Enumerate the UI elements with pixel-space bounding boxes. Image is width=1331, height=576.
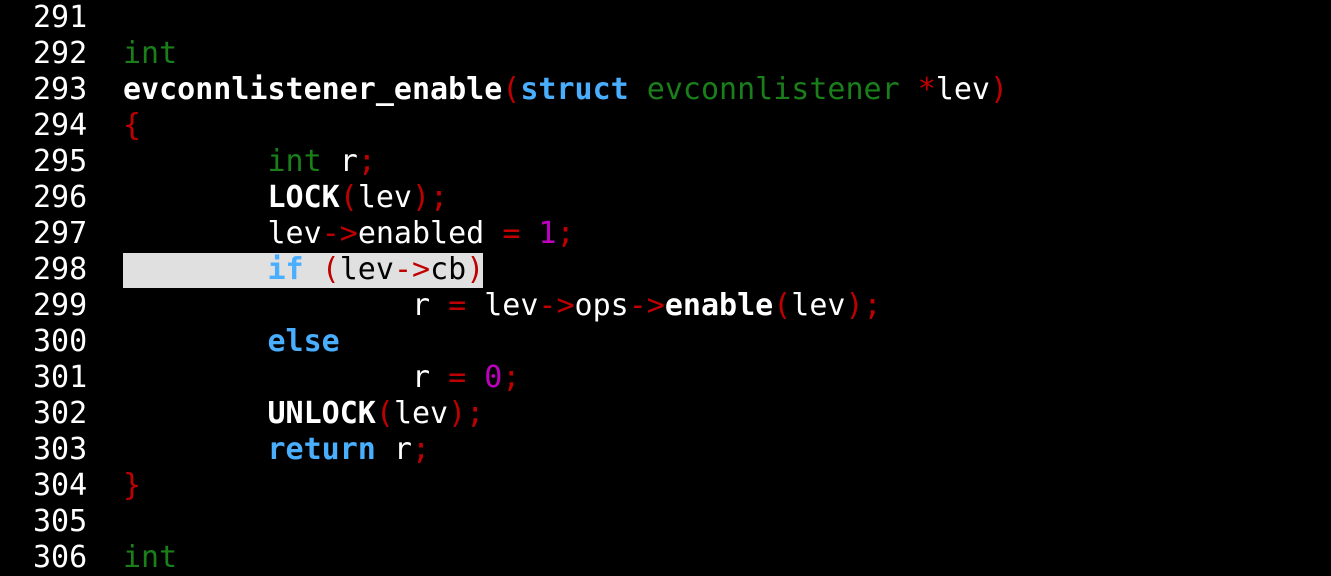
code-token: ) [466, 252, 485, 287]
code-token: ; [556, 216, 575, 251]
code-token: cb [430, 252, 467, 287]
code-token: ( [321, 252, 340, 287]
code-token: = [502, 216, 521, 251]
code-token: ops [574, 288, 629, 323]
code-token: -> [628, 288, 665, 323]
code-text[interactable]: int [123, 540, 177, 576]
code-token: UNLOCK [267, 396, 376, 431]
code-token: int [123, 36, 178, 71]
line-number: 301 [33, 360, 88, 395]
code-token: r [321, 144, 358, 179]
code-token: lev [339, 252, 394, 287]
code-editor[interactable]: 291 292 int 293 evconnlistener_enable(struct… [0, 0, 1331, 575]
code-token: * [917, 72, 936, 107]
line-number: 291 [33, 0, 88, 35]
code-token: r [123, 288, 449, 323]
code-token: lev [466, 288, 539, 323]
code-token: enabled [357, 216, 503, 251]
code-text[interactable]: } [123, 468, 141, 504]
code-token: struct [520, 72, 629, 107]
code-text[interactable]: int r; [123, 144, 376, 180]
code-token: = [448, 288, 467, 323]
line-number: 298 [33, 252, 88, 287]
line-number: 294 [33, 108, 88, 143]
line-number: 300 [33, 324, 88, 359]
code-token: evconnlistener_enable [123, 72, 503, 107]
line-number: 295 [33, 144, 88, 179]
code-token: ( [339, 180, 358, 215]
line-number: 304 [33, 468, 88, 503]
code-text[interactable]: { [123, 108, 141, 144]
code-token: return [267, 432, 376, 467]
code-text[interactable]: if (lev->cb) [123, 252, 485, 288]
code-token: int [123, 540, 178, 575]
code-token: ( [502, 72, 521, 107]
code-token: r [123, 360, 449, 395]
line-number: 293 [33, 72, 88, 107]
code-token: lev [123, 216, 322, 251]
line-number: 296 [33, 180, 88, 215]
code-token: ); [412, 180, 449, 215]
line-number: 302 [33, 396, 88, 431]
code-text[interactable]: r = 0; [123, 360, 520, 396]
code-text[interactable]: UNLOCK(lev); [123, 396, 485, 432]
code-token: } [123, 468, 142, 503]
code-token: if [267, 252, 304, 287]
code-token: LOCK [267, 180, 340, 215]
code-text[interactable]: return r; [123, 432, 431, 468]
code-token: ; [412, 432, 431, 467]
code-token: 1 [538, 216, 557, 251]
code-text[interactable]: else [123, 324, 340, 360]
code-token: r [375, 432, 412, 467]
code-text[interactable]: LOCK(lev); [123, 180, 449, 216]
code-token: evconnlistener [646, 72, 900, 107]
code-token: enable [664, 288, 774, 323]
code-text[interactable]: int [123, 36, 177, 72]
code-token: -> [321, 216, 358, 251]
code-token: ); [845, 288, 882, 323]
code-token: ) [989, 72, 1009, 107]
code-token: = [448, 360, 467, 395]
line-number: 306 [33, 540, 88, 575]
code-token: 0 [484, 360, 503, 395]
code-token: else [267, 324, 340, 359]
code-text[interactable]: evconnlistener_enable(struct evconnliste… [123, 72, 1008, 108]
code-token: { [123, 108, 142, 143]
code-token: -> [538, 288, 575, 323]
code-token: ; [357, 144, 376, 179]
line-number: 292 [33, 36, 88, 71]
code-token: ( [773, 288, 792, 323]
code-token: lev [791, 288, 846, 323]
code-text[interactable]: lev->enabled = 1; [123, 216, 575, 252]
line-number: 303 [33, 432, 88, 467]
code-token: ; [502, 360, 521, 395]
code-token: lev [935, 72, 990, 107]
line-number: 299 [33, 288, 88, 323]
line-number: 297 [33, 216, 88, 251]
code-token: lev [393, 396, 449, 431]
code-token: int [267, 144, 322, 179]
line-number: 305 [33, 504, 88, 539]
code-token: -> [393, 252, 431, 287]
code-token: lev [357, 180, 412, 215]
code-token: ( [375, 396, 394, 431]
code-token: ); [448, 396, 485, 431]
code-text[interactable]: r = lev->ops->enable(lev); [123, 288, 882, 324]
